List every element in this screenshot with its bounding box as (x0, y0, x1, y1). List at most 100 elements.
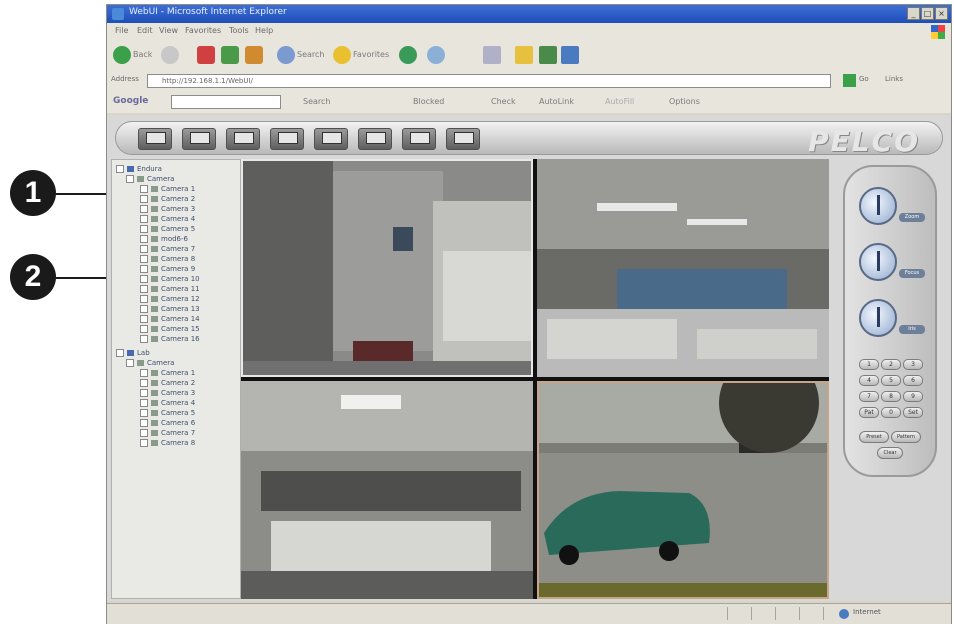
tree-camera-item[interactable]: Camera 2 (140, 378, 195, 388)
expand-icon[interactable] (140, 429, 148, 437)
expand-icon[interactable] (116, 165, 124, 173)
search-label[interactable]: Search (297, 50, 324, 59)
popup-blocked-label[interactable]: Blocked (413, 97, 444, 106)
refresh-icon[interactable] (221, 46, 239, 64)
maximize-button[interactable]: □ (921, 7, 934, 20)
expand-icon[interactable] (140, 275, 148, 283)
menu-file[interactable]: File (115, 26, 128, 35)
tree-camera-item[interactable]: Camera 16 (140, 334, 200, 344)
minimize-button[interactable]: _ (907, 7, 920, 20)
tree-camera-item[interactable]: Camera 4 (140, 398, 195, 408)
expand-icon[interactable] (140, 409, 148, 417)
expand-icon[interactable] (140, 255, 148, 263)
tree-camera-item[interactable]: Camera 3 (140, 388, 195, 398)
layout-button-2[interactable] (182, 128, 216, 150)
expand-icon[interactable] (140, 369, 148, 377)
media-icon[interactable] (399, 46, 417, 64)
tree-camera-item[interactable]: Camera 7 (140, 428, 195, 438)
tree-group[interactable]: Endura (116, 164, 162, 174)
favorites-label[interactable]: Favorites (353, 50, 389, 59)
back-icon[interactable] (113, 46, 131, 64)
expand-icon[interactable] (140, 315, 148, 323)
tree-camera-item[interactable]: Camera 1 (140, 368, 195, 378)
layout-button-6[interactable] (358, 128, 392, 150)
expand-icon[interactable] (116, 349, 124, 357)
history-icon[interactable] (427, 46, 445, 64)
keypad-key[interactable]: 2 (881, 359, 901, 370)
pattern-button[interactable]: Pattern (891, 431, 921, 443)
tree-camera-item[interactable]: Camera 11 (140, 284, 200, 294)
tree-camera-item[interactable]: Camera 8 (140, 254, 195, 264)
tree-camera-item[interactable]: Camera 4 (140, 214, 195, 224)
expand-icon[interactable] (140, 325, 148, 333)
spell-check-button[interactable]: Check (491, 97, 516, 106)
keypad-key[interactable]: 8 (881, 391, 901, 402)
expand-icon[interactable] (140, 399, 148, 407)
edit-icon[interactable] (561, 46, 579, 64)
tree-camera-item[interactable]: Camera 3 (140, 204, 195, 214)
tree-folder[interactable]: Camera (126, 358, 174, 368)
focus-knob[interactable] (859, 243, 897, 281)
preset-button[interactable]: Preset (859, 431, 889, 443)
autofill-button[interactable]: AutoFill (605, 97, 634, 106)
search-icon[interactable] (277, 46, 295, 64)
keypad-key[interactable]: 1 (859, 359, 879, 370)
iris-knob[interactable] (859, 299, 897, 337)
expand-icon[interactable] (140, 205, 148, 213)
tree-camera-item[interactable]: Camera 15 (140, 324, 200, 334)
clear-button[interactable]: Clear (877, 447, 903, 459)
tree-camera-item[interactable]: Camera 1 (140, 184, 195, 194)
expand-icon[interactable] (140, 389, 148, 397)
home-icon[interactable] (245, 46, 263, 64)
video-feed-3[interactable] (241, 381, 533, 599)
expand-icon[interactable] (140, 245, 148, 253)
links-label[interactable]: Links (885, 75, 903, 83)
messenger-icon[interactable] (539, 46, 557, 64)
expand-icon[interactable] (140, 305, 148, 313)
menu-tools[interactable]: Tools (229, 26, 249, 35)
expand-icon[interactable] (140, 185, 148, 193)
tree-camera-item[interactable]: Camera 9 (140, 264, 195, 274)
mail-icon[interactable] (483, 46, 501, 64)
google-search-button[interactable]: Search (303, 97, 330, 106)
expand-icon[interactable] (140, 195, 148, 203)
layout-button-1[interactable] (138, 128, 172, 150)
video-feed-1[interactable] (241, 159, 533, 377)
expand-icon[interactable] (140, 215, 148, 223)
tree-folder[interactable]: Camera (126, 174, 174, 184)
options-button[interactable]: Options (669, 97, 700, 106)
keypad-key[interactable]: 6 (903, 375, 923, 386)
expand-icon[interactable] (140, 285, 148, 293)
tree-camera-item[interactable]: Camera 6 (140, 418, 195, 428)
camera-select-button[interactable] (446, 128, 480, 150)
menu-favorites[interactable]: Favorites (185, 26, 221, 35)
video-feed-4[interactable] (537, 381, 829, 599)
go-icon[interactable] (843, 74, 856, 87)
expand-icon[interactable] (140, 379, 148, 387)
autolink-button[interactable]: AutoLink (539, 97, 574, 106)
video-feed-2[interactable] (537, 159, 829, 377)
zoom-knob[interactable] (859, 187, 897, 225)
keypad-key[interactable]: 7 (859, 391, 879, 402)
tree-group[interactable]: Lab (116, 348, 150, 358)
keypad-key[interactable]: Pat (859, 407, 879, 418)
layout-button-3[interactable] (226, 128, 260, 150)
expand-icon[interactable] (126, 359, 134, 367)
tree-camera-item[interactable]: Camera 13 (140, 304, 200, 314)
menu-view[interactable]: View (159, 26, 178, 35)
keypad-key[interactable]: 9 (903, 391, 923, 402)
expand-icon[interactable] (140, 235, 148, 243)
tree-camera-item[interactable]: Camera 8 (140, 438, 195, 448)
keypad-key[interactable]: 5 (881, 375, 901, 386)
tree-camera-item[interactable]: Camera 5 (140, 408, 195, 418)
expand-icon[interactable] (140, 295, 148, 303)
layout-button-7[interactable] (402, 128, 436, 150)
tree-camera-item[interactable]: Camera 5 (140, 224, 195, 234)
layout-button-4[interactable] (270, 128, 304, 150)
expand-icon[interactable] (140, 439, 148, 447)
expand-icon[interactable] (140, 335, 148, 343)
forward-icon[interactable] (161, 46, 179, 64)
folder-icon[interactable] (515, 46, 533, 64)
favorites-icon[interactable] (333, 46, 351, 64)
google-search-input[interactable] (171, 95, 281, 109)
